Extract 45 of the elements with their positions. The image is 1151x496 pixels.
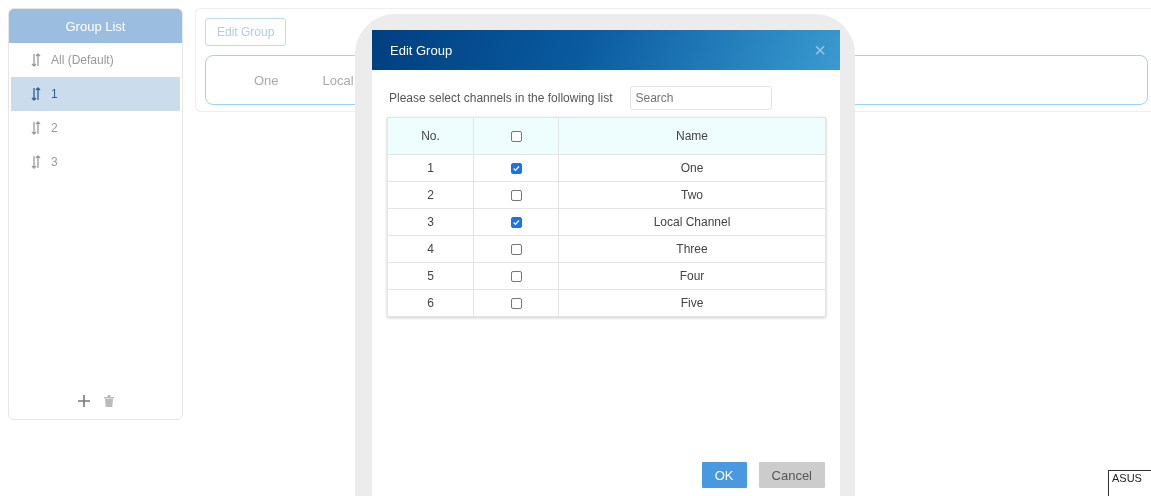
search-field[interactable]: Search	[630, 86, 773, 110]
group-item[interactable]: All (Default)	[11, 43, 180, 77]
tooltip: ASUS	[1108, 470, 1151, 496]
group-item[interactable]: 3	[11, 145, 180, 179]
close-button[interactable]: ×	[814, 38, 826, 62]
sort-icon	[31, 53, 41, 67]
table-cell: 5	[387, 262, 474, 290]
column-header: Name	[558, 117, 826, 155]
group-label: 3	[51, 155, 58, 169]
table-cell: 1	[387, 154, 474, 182]
checkbox[interactable]	[510, 217, 522, 229]
checkbox[interactable]	[510, 298, 522, 310]
table-cell: One	[558, 154, 826, 182]
sort-icon	[31, 87, 41, 101]
table-cell: Four	[558, 262, 826, 290]
table-cell: 2	[387, 181, 474, 209]
column-header: No.	[387, 117, 474, 155]
table-cell: Five	[558, 289, 826, 317]
table-cell: 3	[387, 208, 474, 236]
sort-icon	[31, 155, 41, 169]
sort-icon	[31, 121, 41, 135]
table-cell: Two	[558, 181, 826, 209]
cancel-button[interactable]: Cancel	[758, 462, 825, 488]
table-cell: 6	[387, 289, 474, 317]
channel-label: Local	[322, 72, 354, 88]
add-icon[interactable]	[77, 395, 90, 407]
checkbox[interactable]	[510, 244, 522, 256]
group-item[interactable]: 2	[11, 111, 180, 145]
dialog-title: Edit Group	[390, 42, 453, 58]
table-cell: 4	[387, 235, 474, 263]
panel-title: Group List	[9, 9, 182, 43]
instruction-text: Please select channels in the following list	[389, 91, 613, 105]
group-label: 1	[51, 87, 58, 101]
group-label: All (Default)	[51, 53, 114, 67]
table-cell: Three	[558, 235, 826, 263]
channel-label: One	[254, 72, 279, 88]
checkbox[interactable]	[510, 271, 522, 283]
ok-button[interactable]: OK	[701, 462, 747, 488]
checkbox[interactable]	[510, 131, 522, 143]
checkbox[interactable]	[510, 190, 522, 202]
group-label: 2	[51, 121, 58, 135]
group-item[interactable]: 1	[11, 77, 180, 111]
edit-group-button[interactable]: Edit Group	[205, 18, 287, 46]
checkbox[interactable]	[510, 163, 522, 175]
table-cell: Local Channel	[558, 208, 826, 236]
